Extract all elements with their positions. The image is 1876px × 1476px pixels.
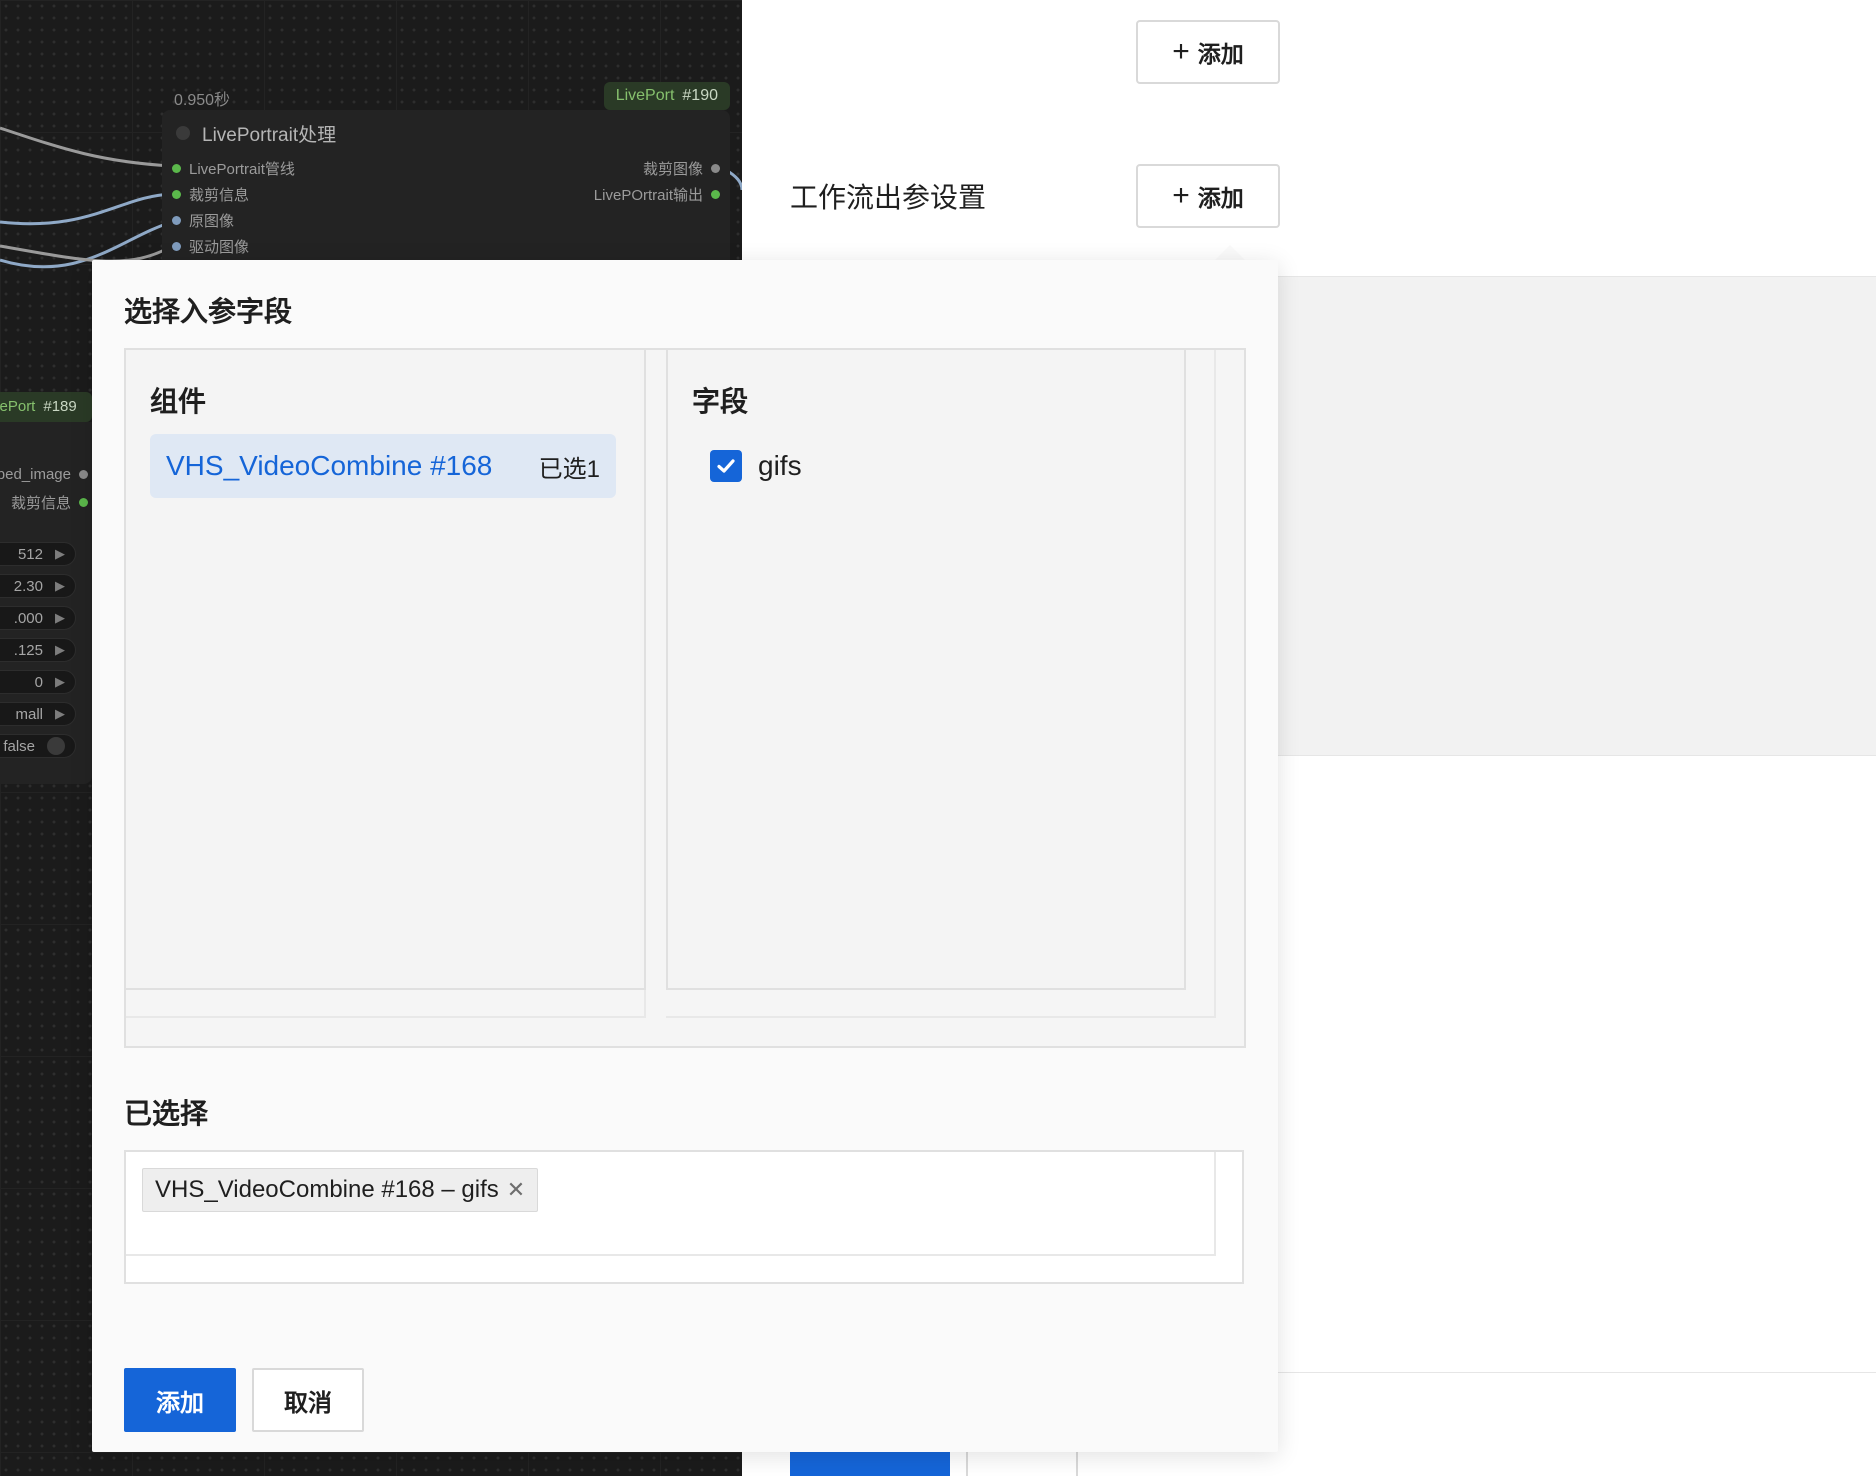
- number-widget[interactable]: 2.30 ▶: [0, 574, 76, 598]
- output-params-section-label: 工作流出参设置: [790, 182, 987, 213]
- output-slot-label: ped_image: [0, 466, 71, 483]
- output-slot-label: 裁剪信息: [10, 495, 71, 512]
- field-item[interactable]: gifs: [710, 450, 802, 482]
- node-badge: vePort #189: [0, 392, 92, 422]
- fields-panel: 字段 gifs: [666, 350, 1186, 990]
- components-heading: 组件: [150, 386, 207, 417]
- input-params-add-button[interactable]: + 添加: [1136, 20, 1280, 84]
- increment-arrow-icon[interactable]: ▶: [55, 706, 65, 722]
- node-badge-name: LivePort: [615, 87, 675, 104]
- input-slot-label: 裁剪信息: [189, 187, 250, 204]
- node-badge-id: #189: [43, 398, 77, 415]
- plus-icon: +: [1172, 179, 1190, 212]
- node-title-text: LivePortrait处理: [202, 124, 337, 146]
- components-panel: 组件 VHS_VideoCombine #168 已选1: [126, 350, 646, 990]
- selected-tags-box[interactable]: VHS_VideoCombine #168 – gifs ✕: [124, 1150, 1244, 1284]
- output-slot-label: 裁剪图像: [642, 161, 703, 178]
- increment-arrow-icon[interactable]: ▶: [55, 642, 65, 658]
- select-input-fields-dialog: 选择入参字段 组件 VHS_VideoCombine #168 已选1 字段 g…: [92, 260, 1278, 1452]
- increment-arrow-icon[interactable]: ▶: [55, 578, 65, 594]
- node-badge: LivePort #190: [603, 82, 730, 110]
- field-picker: 组件 VHS_VideoCombine #168 已选1 字段 gifs: [124, 348, 1246, 1048]
- slot-dot-icon[interactable]: [79, 498, 88, 507]
- node-badge-id: #190: [682, 87, 718, 104]
- increment-arrow-icon[interactable]: ▶: [55, 546, 65, 562]
- output-slot[interactable]: 裁剪信息: [11, 492, 88, 513]
- selected-tag: VHS_VideoCombine #168 – gifs ✕: [142, 1168, 539, 1212]
- number-widget[interactable]: 0 ▶: [0, 670, 76, 694]
- number-widget[interactable]: .125 ▶: [0, 638, 76, 662]
- number-widget[interactable]: 512 ▶: [0, 542, 76, 566]
- component-selected-count: 已选1: [538, 455, 600, 483]
- input-slot-label: LivePortrait管线: [189, 161, 295, 178]
- dialog-title: 选择入参字段: [124, 296, 293, 327]
- component-name: VHS_VideoCombine #168: [166, 450, 493, 481]
- slot-dot-icon[interactable]: [172, 190, 181, 199]
- combo-widget[interactable]: mall ▶: [0, 702, 76, 726]
- toggle-knob-icon[interactable]: [47, 737, 65, 755]
- widget-value: 0: [34, 673, 43, 691]
- node-title[interactable]: LivePortrait处理: [176, 118, 336, 148]
- increment-arrow-icon[interactable]: ▶: [55, 610, 65, 626]
- input-slot-label: 驱动图像: [189, 239, 250, 256]
- increment-arrow-icon[interactable]: ▶: [55, 674, 65, 690]
- input-slot[interactable]: LivePortrait管线: [172, 158, 295, 179]
- node-body: ped_image 裁剪信息 512 ▶ 2.30 ▶ .000 ▶ .125: [0, 422, 92, 784]
- liveportrait-crop-node[interactable]: vePort #189 ped_image 裁剪信息 512 ▶ 2.30 ▶ .…: [0, 392, 92, 784]
- input-slot[interactable]: 驱动图像: [172, 236, 249, 257]
- cancel-button[interactable]: 取消: [252, 1368, 364, 1432]
- widget-value: mall: [15, 705, 43, 723]
- output-params-add-button[interactable]: + 添加: [1136, 164, 1280, 228]
- node-badge-name: vePort: [0, 398, 36, 415]
- input-slot[interactable]: 原图像: [172, 210, 234, 231]
- output-slot-label: LivePOrtrait输出: [593, 187, 703, 204]
- add-button-label: 添加: [1197, 41, 1244, 67]
- plus-icon: +: [1172, 35, 1190, 68]
- slot-dot-icon[interactable]: [172, 216, 181, 225]
- output-slot[interactable]: LivePOrtrait输出: [594, 184, 720, 205]
- slot-dot-icon[interactable]: [79, 470, 88, 479]
- slot-dot-icon[interactable]: [172, 164, 181, 173]
- node-timing: 0.950秒: [174, 92, 231, 109]
- fields-heading: 字段: [692, 386, 749, 417]
- confirm-add-button[interactable]: 添加: [124, 1368, 236, 1432]
- close-icon[interactable]: ✕: [507, 1177, 525, 1203]
- output-slot[interactable]: 裁剪图像: [643, 158, 720, 179]
- widget-value: 512: [17, 545, 43, 563]
- selected-tag-label: VHS_VideoCombine #168 – gifs: [155, 1176, 499, 1203]
- node-collapse-dot[interactable]: [176, 126, 190, 140]
- add-button-label: 添加: [1197, 185, 1244, 211]
- input-slot[interactable]: 裁剪信息: [172, 184, 249, 205]
- slot-dot-icon[interactable]: [711, 164, 720, 173]
- selected-heading: 已选择: [124, 1098, 209, 1129]
- checkbox-checked-icon[interactable]: [710, 450, 742, 482]
- input-slot-label: 原图像: [189, 213, 235, 230]
- toggle-widget[interactable]: false: [0, 734, 76, 758]
- widget-value: .125: [13, 641, 43, 659]
- widget-value: false: [3, 737, 35, 755]
- slot-dot-icon[interactable]: [172, 242, 181, 251]
- component-item-selected[interactable]: VHS_VideoCombine #168 已选1: [150, 434, 616, 498]
- number-widget[interactable]: .000 ▶: [0, 606, 76, 630]
- widget-value: 2.30: [13, 577, 43, 595]
- slot-dot-icon[interactable]: [711, 190, 720, 199]
- output-slot[interactable]: ped_image: [0, 466, 88, 483]
- field-name: gifs: [758, 450, 802, 481]
- widget-value: .000: [13, 609, 43, 627]
